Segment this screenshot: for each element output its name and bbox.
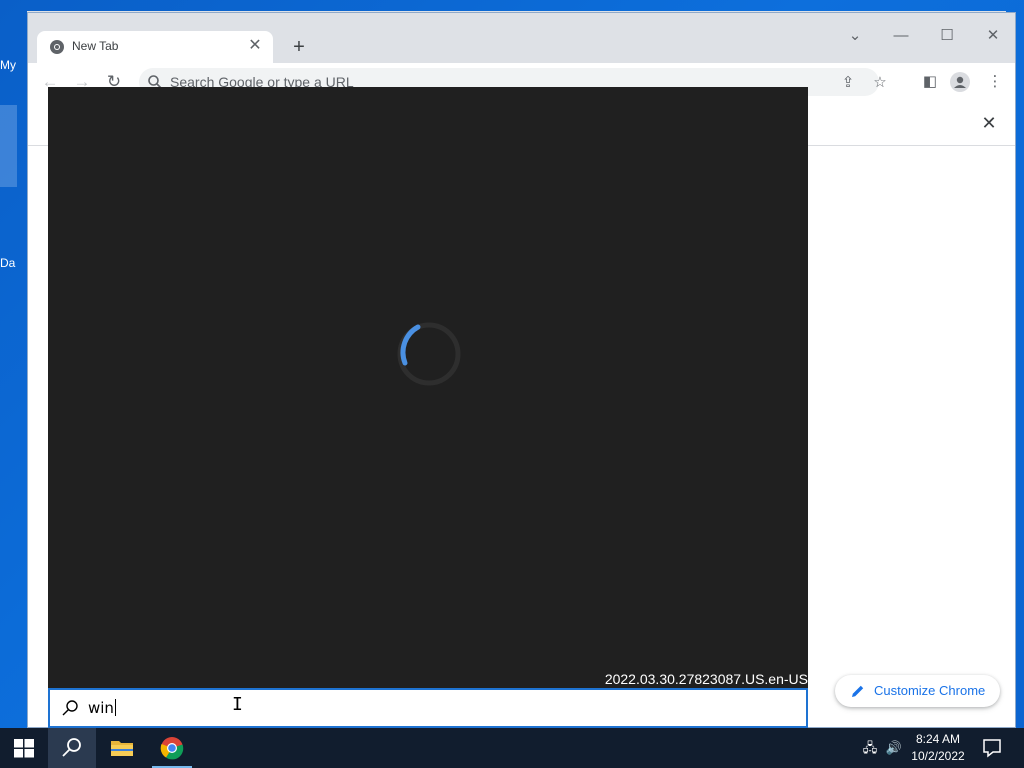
- search-icon: [62, 700, 78, 716]
- chrome-favicon-icon: [50, 40, 64, 54]
- chrome-menu-icon[interactable]: ⋮: [982, 69, 1008, 95]
- taskbar-file-explorer[interactable]: [98, 728, 146, 768]
- windows-logo-icon: [14, 739, 34, 758]
- desktop-selection-highlight: [0, 105, 17, 187]
- infobar-close-icon[interactable]: ✕: [977, 111, 1001, 135]
- network-icon[interactable]: 🖧: [860, 738, 880, 758]
- search-icon: [62, 738, 81, 757]
- maximize-button[interactable]: ☐: [927, 23, 967, 49]
- desktop-icon-label-data[interactable]: Da: [0, 256, 15, 270]
- new-tab-button[interactable]: +: [286, 34, 312, 60]
- notification-center-icon[interactable]: [980, 736, 1004, 760]
- tab-strip: New Tab ✕ + ⌄ — ☐ ✕: [28, 13, 1015, 63]
- profile-avatar-icon[interactable]: [950, 72, 970, 92]
- close-window-button[interactable]: ✕: [973, 23, 1013, 49]
- bookmark-star-icon[interactable]: ☆: [871, 74, 889, 92]
- customize-chrome-button[interactable]: Customize Chrome: [835, 675, 1000, 707]
- tab-title: New Tab: [72, 39, 119, 53]
- taskbar: 🖧 🔊 8:24 AM 10/2/2022: [0, 728, 1024, 768]
- tab-search-chevron-icon[interactable]: ⌄: [835, 23, 875, 49]
- taskbar-search-button[interactable]: [48, 728, 96, 768]
- search-version-label: 2022.03.30.27823087.US.en-US: [604, 671, 808, 687]
- share-icon[interactable]: ⇪: [839, 74, 857, 92]
- start-search-input[interactable]: win: [48, 688, 808, 728]
- start-button[interactable]: [0, 728, 48, 768]
- customize-chrome-label: Customize Chrome: [874, 683, 986, 698]
- folder-icon: [111, 741, 133, 756]
- volume-icon[interactable]: 🔊: [884, 738, 904, 758]
- tab-close-icon[interactable]: ✕: [245, 36, 265, 56]
- tab-new-tab[interactable]: New Tab ✕: [37, 31, 273, 63]
- minimize-button[interactable]: —: [881, 23, 921, 49]
- loading-spinner-icon: [397, 322, 461, 386]
- text-caret: [114, 699, 116, 716]
- pencil-icon: [852, 685, 864, 697]
- taskbar-clock[interactable]: 8:24 AM 10/2/2022: [905, 731, 971, 765]
- chrome-icon: [160, 737, 184, 760]
- clock-date: 10/2/2022: [911, 749, 965, 763]
- mouse-ibeam-cursor-icon: I: [232, 694, 243, 715]
- clock-time: 8:24 AM: [915, 732, 961, 746]
- taskbar-chrome[interactable]: [148, 728, 196, 768]
- side-panel-icon[interactable]: ◧: [917, 69, 943, 95]
- start-search-panel: 2022.03.30.27823087.US.en-US: [48, 87, 808, 688]
- desktop-icon-label-this-pc[interactable]: My: [0, 58, 16, 72]
- search-query-text: win: [88, 699, 116, 717]
